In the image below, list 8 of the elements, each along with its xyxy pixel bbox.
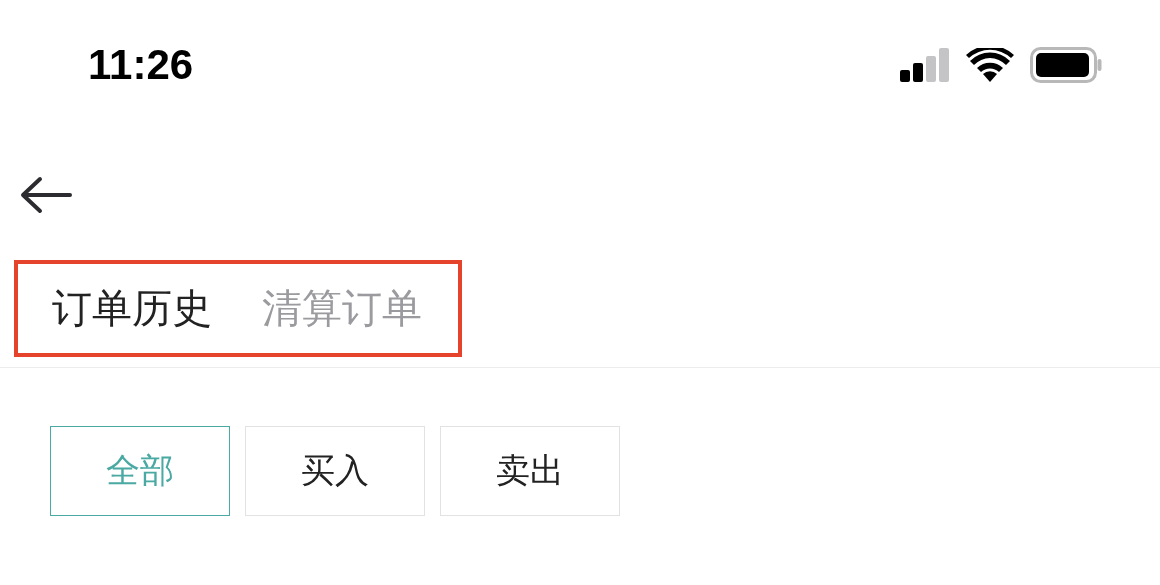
battery-icon bbox=[1030, 47, 1102, 83]
signal-icon bbox=[900, 48, 950, 82]
status-time: 11:26 bbox=[88, 41, 194, 89]
wifi-icon bbox=[966, 48, 1014, 82]
back-arrow-icon[interactable] bbox=[20, 176, 72, 214]
filter-button[interactable]: 买入 bbox=[245, 426, 425, 516]
tab[interactable]: 订单历史 bbox=[52, 281, 212, 336]
filter-button[interactable]: 卖出 bbox=[440, 426, 620, 516]
